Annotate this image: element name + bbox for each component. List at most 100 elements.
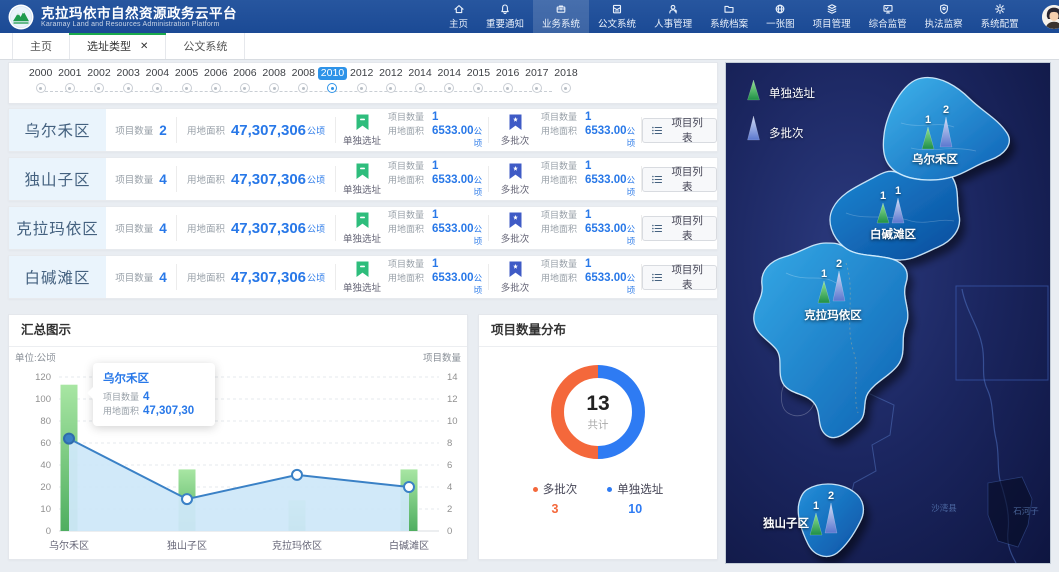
multi-count-value: 1	[585, 258, 591, 270]
year-dot[interactable]	[94, 83, 104, 93]
project-list-button[interactable]: 项目列表	[642, 216, 717, 241]
single-count-value: 1	[432, 258, 438, 270]
land-area-label: 用地面积	[187, 123, 225, 137]
project-list-label: 项目列表	[667, 262, 707, 292]
project-list-label: 项目列表	[667, 164, 707, 194]
year-dot[interactable]	[211, 83, 221, 93]
nav-item-label: 系统配置	[981, 16, 1019, 30]
project-list-button[interactable]: 项目列表	[642, 167, 717, 192]
year-dot[interactable]	[65, 83, 75, 93]
year-item-2000-0[interactable]: 2000	[26, 63, 55, 103]
year-dot[interactable]	[503, 83, 513, 93]
year-dot[interactable]	[36, 83, 46, 93]
line-point-克拉玛依区[interactable]	[292, 470, 302, 480]
map-region-label-乌尔禾区: 乌尔禾区	[912, 152, 958, 166]
year-dot[interactable]	[473, 83, 483, 93]
nav-item-briefcase[interactable]: 业务系统	[533, 0, 589, 33]
district-name: 白碱滩区	[9, 256, 106, 298]
year-item-2004-4[interactable]: 2004	[143, 63, 172, 103]
project-count-value: 4	[159, 172, 167, 187]
multi-batch-flag: 多批次	[489, 261, 541, 294]
year-label: 2016	[493, 67, 522, 80]
year-dot[interactable]	[532, 83, 542, 93]
line-point-乌尔禾区[interactable]	[64, 434, 74, 444]
marker-count-single: 1	[880, 190, 886, 202]
year-label: 2006	[230, 67, 259, 80]
tab-1[interactable]: 选址类型✕	[70, 33, 166, 59]
top-nav: 主页重要通知业务系统公文系统人事管理系统档案一张图项目管理综合监管执法监察 系统配…	[440, 0, 1028, 33]
nav-item-monitor[interactable]: 综合监管	[860, 0, 916, 33]
year-dot[interactable]	[561, 83, 571, 93]
user-info[interactable]: 系统管理员 勘测信息中心	[1028, 0, 1059, 33]
nav-item-folder[interactable]: 系统档案	[701, 0, 757, 33]
project-count-cell: 项目数量 4	[106, 221, 176, 236]
app-title: 克拉玛依市自然资源政务云平台	[41, 6, 237, 21]
year-item-2005-5[interactable]: 2005	[172, 63, 201, 103]
tooltip-title: 乌尔禾区	[103, 370, 205, 386]
tab-0[interactable]: 主页	[12, 33, 70, 59]
multi-batch-flag: 多批次	[489, 212, 541, 245]
year-item-2001-1[interactable]: 2001	[55, 63, 84, 103]
tab-2[interactable]: 公文系统	[166, 33, 245, 59]
project-count-value: 4	[159, 270, 167, 285]
multi-ribbon-icon	[509, 261, 522, 278]
year-item-2017-17[interactable]: 2017	[522, 63, 551, 103]
land-area-cell: 用地面积 47,307,306 公顷	[177, 220, 335, 237]
tooltip-area-value: 47,307,30	[143, 404, 194, 418]
globe-icon	[774, 3, 786, 15]
year-dot[interactable]	[415, 83, 425, 93]
year-dot[interactable]	[298, 83, 308, 93]
project-list-button[interactable]: 项目列表	[642, 118, 717, 143]
year-item-2010-10[interactable]: 2010	[318, 63, 347, 103]
donut-legend-item[interactable]: 多批次3	[533, 481, 578, 516]
project-count-value: 2	[159, 123, 167, 138]
line-point-独山子区[interactable]	[182, 494, 192, 504]
year-item-2016-16[interactable]: 2016	[493, 63, 522, 103]
svg-text:石河子: 石河子	[1013, 506, 1039, 516]
map-region-label-独山子区: 独山子区	[763, 516, 809, 530]
year-item-2003-3[interactable]: 2003	[114, 63, 143, 103]
tooltip-count-value: 4	[143, 390, 149, 404]
map-panel: 单独选址 多批次	[725, 62, 1051, 564]
nav-item-layers[interactable]: 项目管理	[804, 0, 860, 33]
year-dot[interactable]	[386, 83, 396, 93]
year-item-2006-6[interactable]: 2006	[201, 63, 230, 103]
project-list-button[interactable]: 项目列表	[642, 265, 717, 290]
year-item-2012-12[interactable]: 2012	[376, 63, 405, 103]
nav-item-bell[interactable]: 重要通知	[477, 0, 533, 33]
year-item-2008-8[interactable]: 2008	[260, 63, 289, 103]
nav-item-globe[interactable]: 一张图	[757, 0, 804, 33]
year-item-2002-2[interactable]: 2002	[84, 63, 113, 103]
nav-item-document[interactable]: 公文系统	[589, 0, 645, 33]
year-item-2014-14[interactable]: 2014	[435, 63, 464, 103]
year-dot[interactable]	[327, 83, 337, 93]
year-item-2018-18[interactable]: 2018	[551, 63, 580, 103]
year-label: 2014	[435, 67, 464, 80]
nav-item-shield[interactable]: 执法监察	[916, 0, 972, 33]
year-item-2008-9[interactable]: 2008	[289, 63, 318, 103]
donut-legend-item[interactable]: 单独选址10	[607, 481, 663, 516]
land-area-label: 用地面积	[187, 221, 225, 235]
year-item-2015-15[interactable]: 2015	[464, 63, 493, 103]
svg-text:8: 8	[447, 438, 452, 449]
tab-close-icon[interactable]: ✕	[140, 41, 148, 52]
map-region-kelamayi[interactable]	[754, 243, 908, 438]
line-point-白碱滩区[interactable]	[404, 482, 414, 492]
year-dot[interactable]	[444, 83, 454, 93]
nav-item-label: 执法监察	[925, 16, 963, 30]
year-dot[interactable]	[357, 83, 367, 93]
single-ribbon-icon	[356, 212, 369, 229]
year-item-2012-11[interactable]: 2012	[347, 63, 376, 103]
year-dot[interactable]	[240, 83, 250, 93]
year-dot[interactable]	[123, 83, 133, 93]
nav-item-gear[interactable]: 系统配置	[972, 0, 1028, 33]
nav-item-person[interactable]: 人事管理	[645, 0, 701, 33]
year-item-2006-7[interactable]: 2006	[230, 63, 259, 103]
year-dot[interactable]	[182, 83, 192, 93]
tab-bar: 主页选址类型✕公文系统	[0, 33, 1059, 60]
nav-item-home[interactable]: 主页	[440, 0, 477, 33]
year-dot[interactable]	[269, 83, 279, 93]
year-item-2014-13[interactable]: 2014	[405, 63, 434, 103]
year-dot[interactable]	[152, 83, 162, 93]
project-list-label: 项目列表	[667, 115, 707, 145]
